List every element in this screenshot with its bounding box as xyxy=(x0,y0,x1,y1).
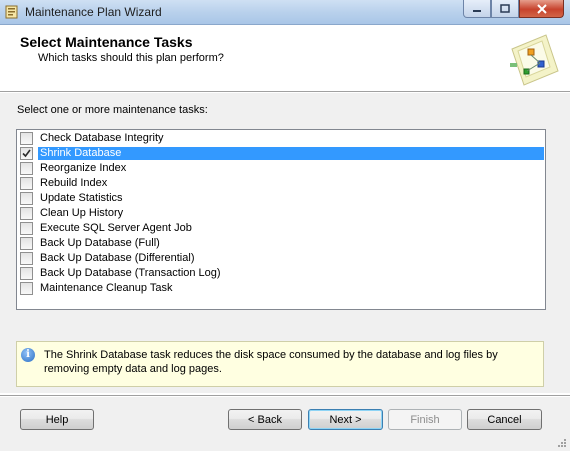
wizard-footer: Help < Back Next > Finish Cancel xyxy=(0,397,570,451)
task-label: Back Up Database (Transaction Log) xyxy=(40,267,221,279)
resize-grip-icon[interactable] xyxy=(557,438,567,448)
task-label: Clean Up History xyxy=(40,207,124,219)
task-item-rebuild-index[interactable]: Rebuild Index xyxy=(18,176,544,191)
task-checkbox[interactable] xyxy=(20,267,33,280)
task-item-backup-transaction-log[interactable]: Back Up Database (Transaction Log) xyxy=(18,266,544,281)
app-icon xyxy=(5,5,18,19)
task-description-box: i The Shrink Database task reduces the d… xyxy=(16,341,544,387)
help-button[interactable]: Help xyxy=(20,409,94,430)
info-icon: i xyxy=(21,348,35,362)
task-item-execute-agent-job[interactable]: Execute SQL Server Agent Job xyxy=(18,221,544,236)
task-checkbox[interactable] xyxy=(20,162,33,175)
task-checkbox[interactable] xyxy=(20,132,33,145)
task-checkbox[interactable] xyxy=(20,177,33,190)
task-label: Reorganize Index xyxy=(40,162,127,174)
task-item-reorganize-index[interactable]: Reorganize Index xyxy=(18,161,544,176)
maximize-button[interactable] xyxy=(491,0,519,18)
task-checkbox[interactable] xyxy=(20,237,33,250)
task-description: The Shrink Database task reduces the dis… xyxy=(44,349,498,375)
close-button[interactable] xyxy=(519,0,564,18)
tasks-prompt: Select one or more maintenance tasks: xyxy=(17,104,208,116)
task-item-backup-full[interactable]: Back Up Database (Full) xyxy=(18,236,544,251)
task-item-shrink-database[interactable]: Shrink Database xyxy=(18,146,544,161)
wizard-content: Select one or more maintenance tasks: Ch… xyxy=(0,93,570,393)
task-label: Execute SQL Server Agent Job xyxy=(40,222,192,234)
minimize-icon xyxy=(473,9,481,12)
maximize-icon xyxy=(500,4,510,13)
checkmark-icon xyxy=(22,149,31,158)
page-subtitle: Which tasks should this plan perform? xyxy=(38,52,224,64)
task-checkbox[interactable] xyxy=(20,282,33,295)
cancel-button[interactable]: Cancel xyxy=(467,409,542,430)
task-label: Rebuild Index xyxy=(40,177,108,189)
task-label: Shrink Database xyxy=(38,147,544,160)
task-checkbox[interactable] xyxy=(20,222,33,235)
task-label: Update Statistics xyxy=(40,192,123,204)
task-item-clean-up-history[interactable]: Clean Up History xyxy=(18,206,544,221)
task-label: Back Up Database (Full) xyxy=(40,237,160,249)
window-title: Maintenance Plan Wizard xyxy=(25,5,162,19)
wizard-header: Select Maintenance Tasks Which tasks sho… xyxy=(0,25,570,91)
finish-button[interactable]: Finish xyxy=(388,409,462,430)
task-item-update-statistics[interactable]: Update Statistics xyxy=(18,191,544,206)
tasks-listbox[interactable]: Check Database Integrity Shrink Database… xyxy=(16,129,546,310)
task-label: Maintenance Cleanup Task xyxy=(40,282,173,294)
task-item-backup-differential[interactable]: Back Up Database (Differential) xyxy=(18,251,544,266)
task-label: Check Database Integrity xyxy=(40,132,164,144)
task-checkbox[interactable] xyxy=(20,147,33,160)
back-button[interactable]: < Back xyxy=(228,409,302,430)
close-icon xyxy=(536,3,547,14)
task-checkbox[interactable] xyxy=(20,192,33,205)
next-button[interactable]: Next > xyxy=(308,409,383,430)
wizard-graphic-icon xyxy=(510,34,559,86)
page-title: Select Maintenance Tasks xyxy=(20,34,193,50)
task-checkbox[interactable] xyxy=(20,207,33,220)
task-item-maintenance-cleanup[interactable]: Maintenance Cleanup Task xyxy=(18,281,544,296)
task-checkbox[interactable] xyxy=(20,252,33,265)
task-item-check-database-integrity[interactable]: Check Database Integrity xyxy=(18,131,544,146)
task-label: Back Up Database (Differential) xyxy=(40,252,195,264)
minimize-button[interactable] xyxy=(463,0,491,18)
title-bar[interactable]: Maintenance Plan Wizard xyxy=(0,0,570,25)
